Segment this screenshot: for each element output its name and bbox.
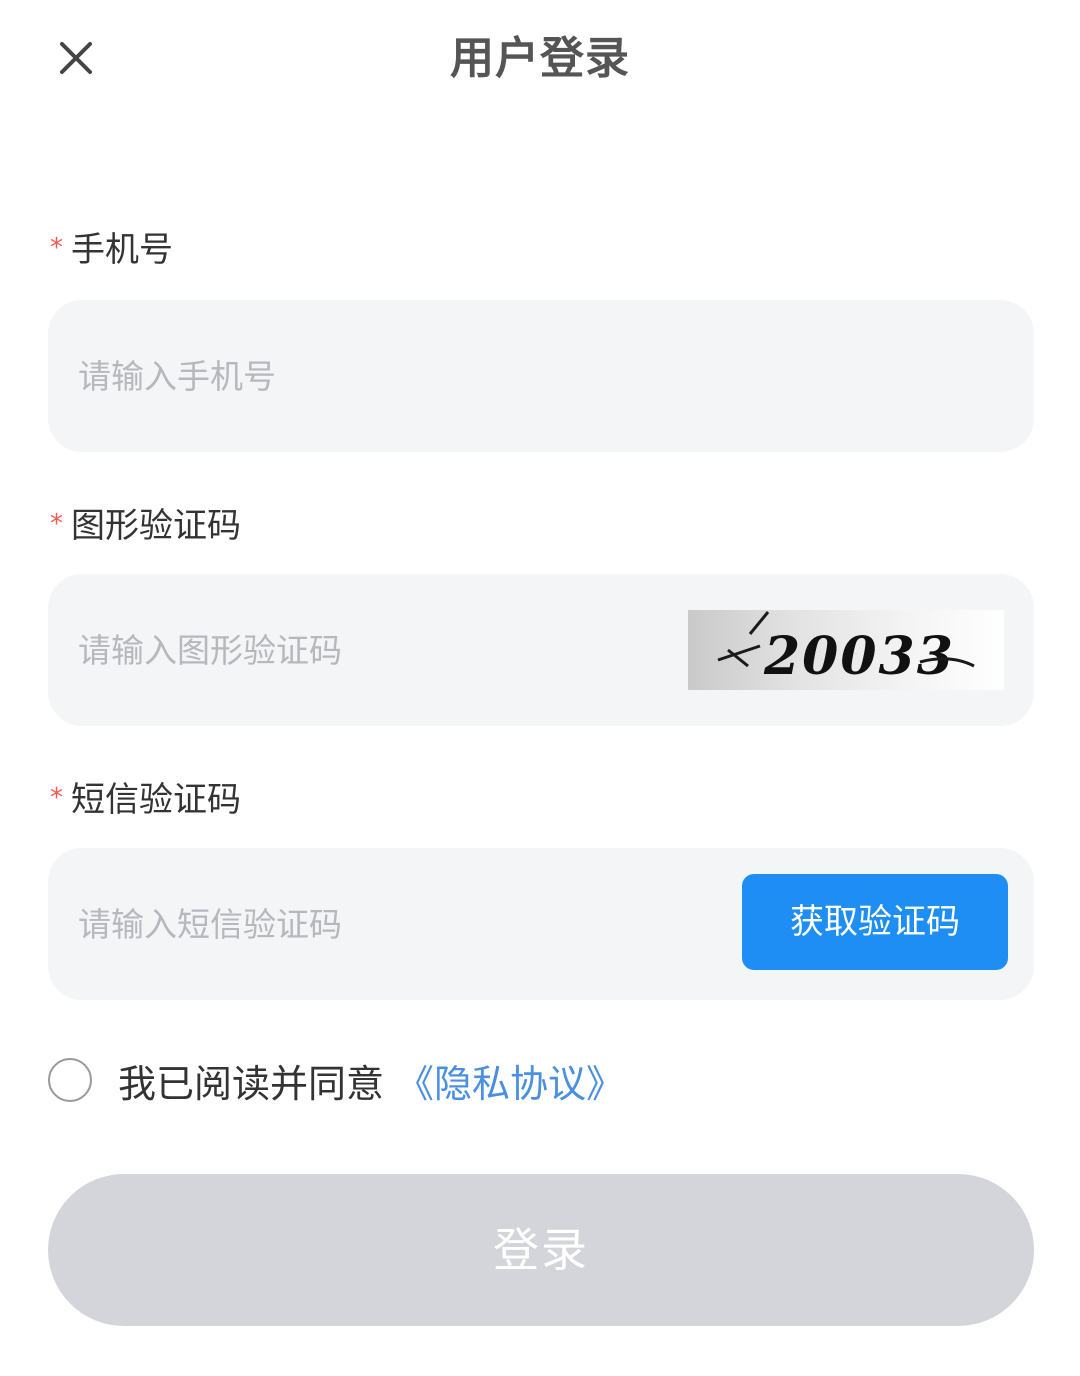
required-mark: * [50, 509, 63, 539]
captcha-input[interactable] [78, 574, 668, 726]
agreement-radio[interactable] [48, 1058, 92, 1102]
page-title: 用户登录 [450, 33, 630, 84]
captcha-input-box: 20033 [48, 574, 1034, 726]
captcha-text: 20033 [763, 626, 955, 687]
required-mark: * [50, 233, 63, 263]
phone-input-box [48, 300, 1034, 452]
captcha-label: * 图形验证码 [50, 504, 241, 548]
sms-label: * 短信验证码 [50, 778, 241, 822]
agreement-row: 我已阅读并同意 《隐私协议》 [48, 1052, 624, 1108]
captcha-label-text: 图形验证码 [71, 506, 241, 546]
sms-input-box: 获取验证码 [48, 848, 1034, 1000]
sms-input[interactable] [78, 848, 718, 1000]
header: 用户登录 [0, 0, 1080, 110]
captcha-graphic: 20033 [717, 611, 975, 687]
get-sms-code-button[interactable]: 获取验证码 [742, 874, 1008, 970]
captcha-image[interactable]: 20033 [688, 610, 1004, 690]
login-button[interactable]: 登录 [48, 1174, 1034, 1326]
agreement-text: 我已阅读并同意 [118, 1061, 385, 1106]
login-page: 用户登录 * 手机号 * 图形验证码 20033 * 短信验证码 获取验证码 [0, 0, 1080, 1376]
phone-input[interactable] [78, 300, 998, 452]
sms-label-text: 短信验证码 [71, 780, 241, 820]
required-mark: * [50, 783, 63, 813]
phone-label: * 手机号 [50, 228, 173, 272]
phone-label-text: 手机号 [71, 230, 173, 270]
privacy-policy-link[interactable]: 《隐私协议》 [396, 1053, 624, 1108]
